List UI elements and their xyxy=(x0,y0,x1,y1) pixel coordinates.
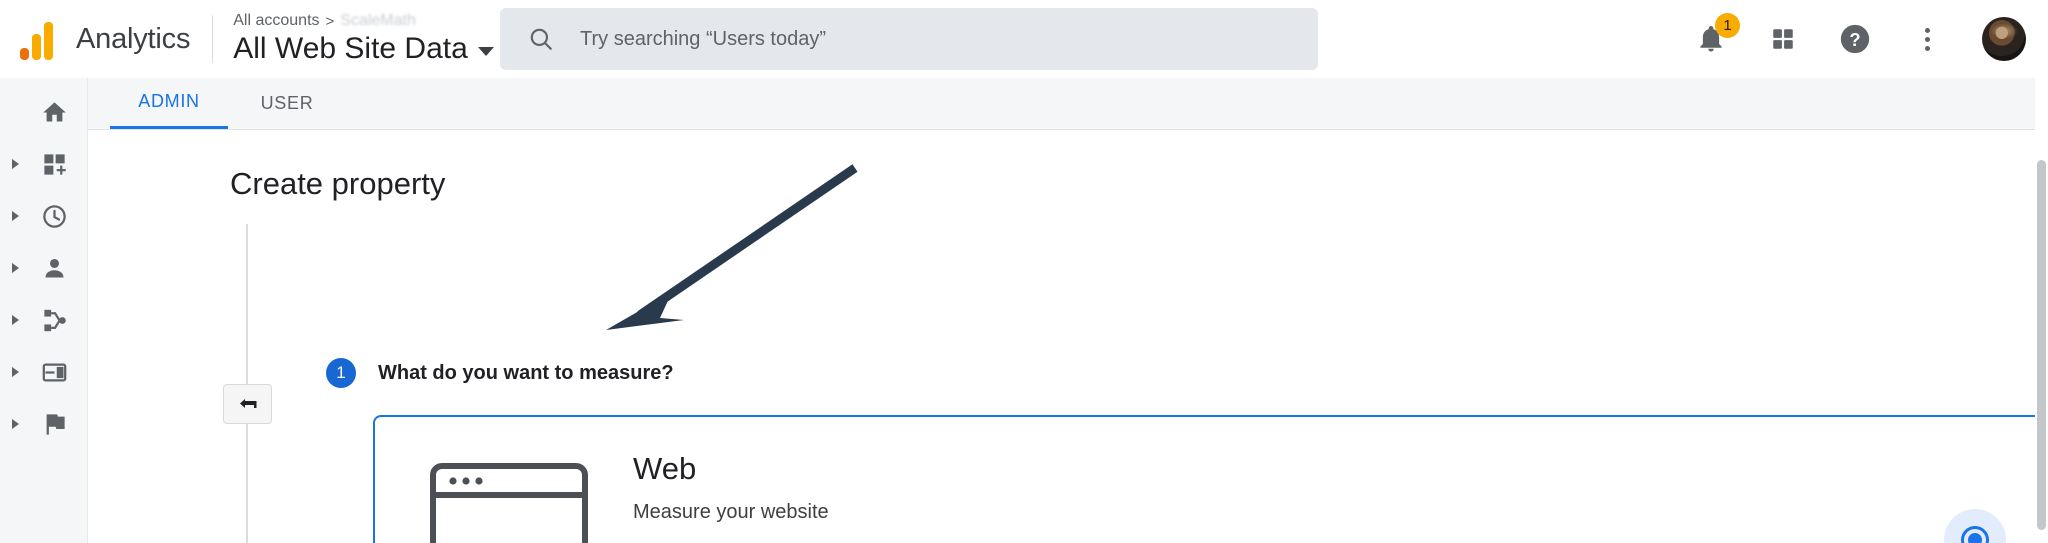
brand-name: Analytics xyxy=(76,22,191,55)
sidebar-item-customization[interactable] xyxy=(0,138,87,190)
layout-panels-icon xyxy=(39,357,69,387)
person-icon xyxy=(39,253,69,283)
scrollbar-thumb[interactable] xyxy=(2037,160,2046,530)
option-title: Web xyxy=(633,451,697,486)
step-label: What do you want to measure? xyxy=(378,361,674,384)
option-card-web[interactable]: Web Measure your website Understand wher… xyxy=(373,415,2043,543)
tab-bar: ADMIN USER xyxy=(88,78,2048,130)
home-icon xyxy=(39,97,69,127)
breadcrumb-current[interactable]: ScaleMath xyxy=(340,12,416,30)
avatar[interactable] xyxy=(1982,17,2026,61)
notifications-button[interactable]: 1 xyxy=(1694,13,1740,56)
flag-icon xyxy=(39,409,69,439)
sidebar-item-home[interactable] xyxy=(0,86,87,138)
back-button[interactable] xyxy=(223,384,272,424)
browser-window-icon xyxy=(429,462,589,543)
chevron-down-icon[interactable] xyxy=(477,47,494,56)
header-divider xyxy=(212,15,214,63)
share-nodes-icon xyxy=(39,305,69,335)
top-bar: Analytics All accounts > ScaleMath All W… xyxy=(0,0,2048,78)
chevron-right-icon[interactable] xyxy=(12,315,19,325)
svg-text:?: ? xyxy=(1849,29,1860,50)
account-title-row[interactable]: All Web Site Data xyxy=(233,32,494,66)
breadcrumb-root[interactable]: All accounts xyxy=(233,12,319,30)
radio-selected-icon xyxy=(1961,526,1989,543)
kebab-menu-icon xyxy=(1924,27,1930,51)
customization-grid-plus-icon xyxy=(39,149,69,179)
sidebar-item-realtime[interactable] xyxy=(0,190,87,242)
sidebar-item-behavior[interactable] xyxy=(0,346,87,398)
search-placeholder: Try searching “Users today” xyxy=(580,27,826,50)
sidebar-item-acquisition[interactable] xyxy=(0,294,87,346)
analytics-logo-icon xyxy=(20,18,62,60)
sidebar-item-audience[interactable] xyxy=(0,242,87,294)
step-1-header: 1 What do you want to measure? xyxy=(326,358,674,388)
search-input[interactable]: Try searching “Users today” xyxy=(500,8,1318,70)
chevron-right-icon[interactable] xyxy=(12,211,19,221)
tab-admin[interactable]: ADMIN xyxy=(110,77,228,129)
search-icon xyxy=(530,28,552,50)
notification-badge: 1 xyxy=(1715,13,1740,38)
page-title-account: All Web Site Data xyxy=(233,32,468,65)
create-property-page: Create property 1 What do you want to me… xyxy=(88,130,2048,543)
page-title: Create property xyxy=(230,166,446,201)
back-arrow-icon xyxy=(239,399,256,408)
chevron-right-icon[interactable] xyxy=(12,419,19,429)
vertical-scrollbar[interactable] xyxy=(2035,78,2048,543)
chevron-right-icon[interactable] xyxy=(12,367,19,377)
sidebar xyxy=(0,78,88,543)
option-radio-web[interactable] xyxy=(1944,509,2006,543)
more-options-button[interactable] xyxy=(1910,22,1944,56)
step-number-badge: 1 xyxy=(326,358,356,388)
chevron-right-icon[interactable] xyxy=(12,263,19,273)
tab-user[interactable]: USER xyxy=(228,77,346,129)
sidebar-item-conversions[interactable] xyxy=(0,398,87,450)
main-content: ADMIN USER Create property 1 What do you… xyxy=(88,78,2048,543)
option-subtitle: Measure your website xyxy=(633,501,829,523)
breadcrumb-separator: > xyxy=(325,12,335,30)
header-actions: 1 ? xyxy=(1694,0,2026,78)
apps-grid-icon xyxy=(1773,29,1793,49)
help-button[interactable]: ? xyxy=(1838,22,1872,56)
clock-icon xyxy=(39,201,69,231)
apps-button[interactable] xyxy=(1766,22,1800,56)
account-selector[interactable]: All accounts > ScaleMath All Web Site Da… xyxy=(233,12,494,66)
chevron-right-icon[interactable] xyxy=(12,159,19,169)
breadcrumb: All accounts > ScaleMath xyxy=(233,12,494,30)
help-circle-icon: ? xyxy=(1840,24,1870,54)
